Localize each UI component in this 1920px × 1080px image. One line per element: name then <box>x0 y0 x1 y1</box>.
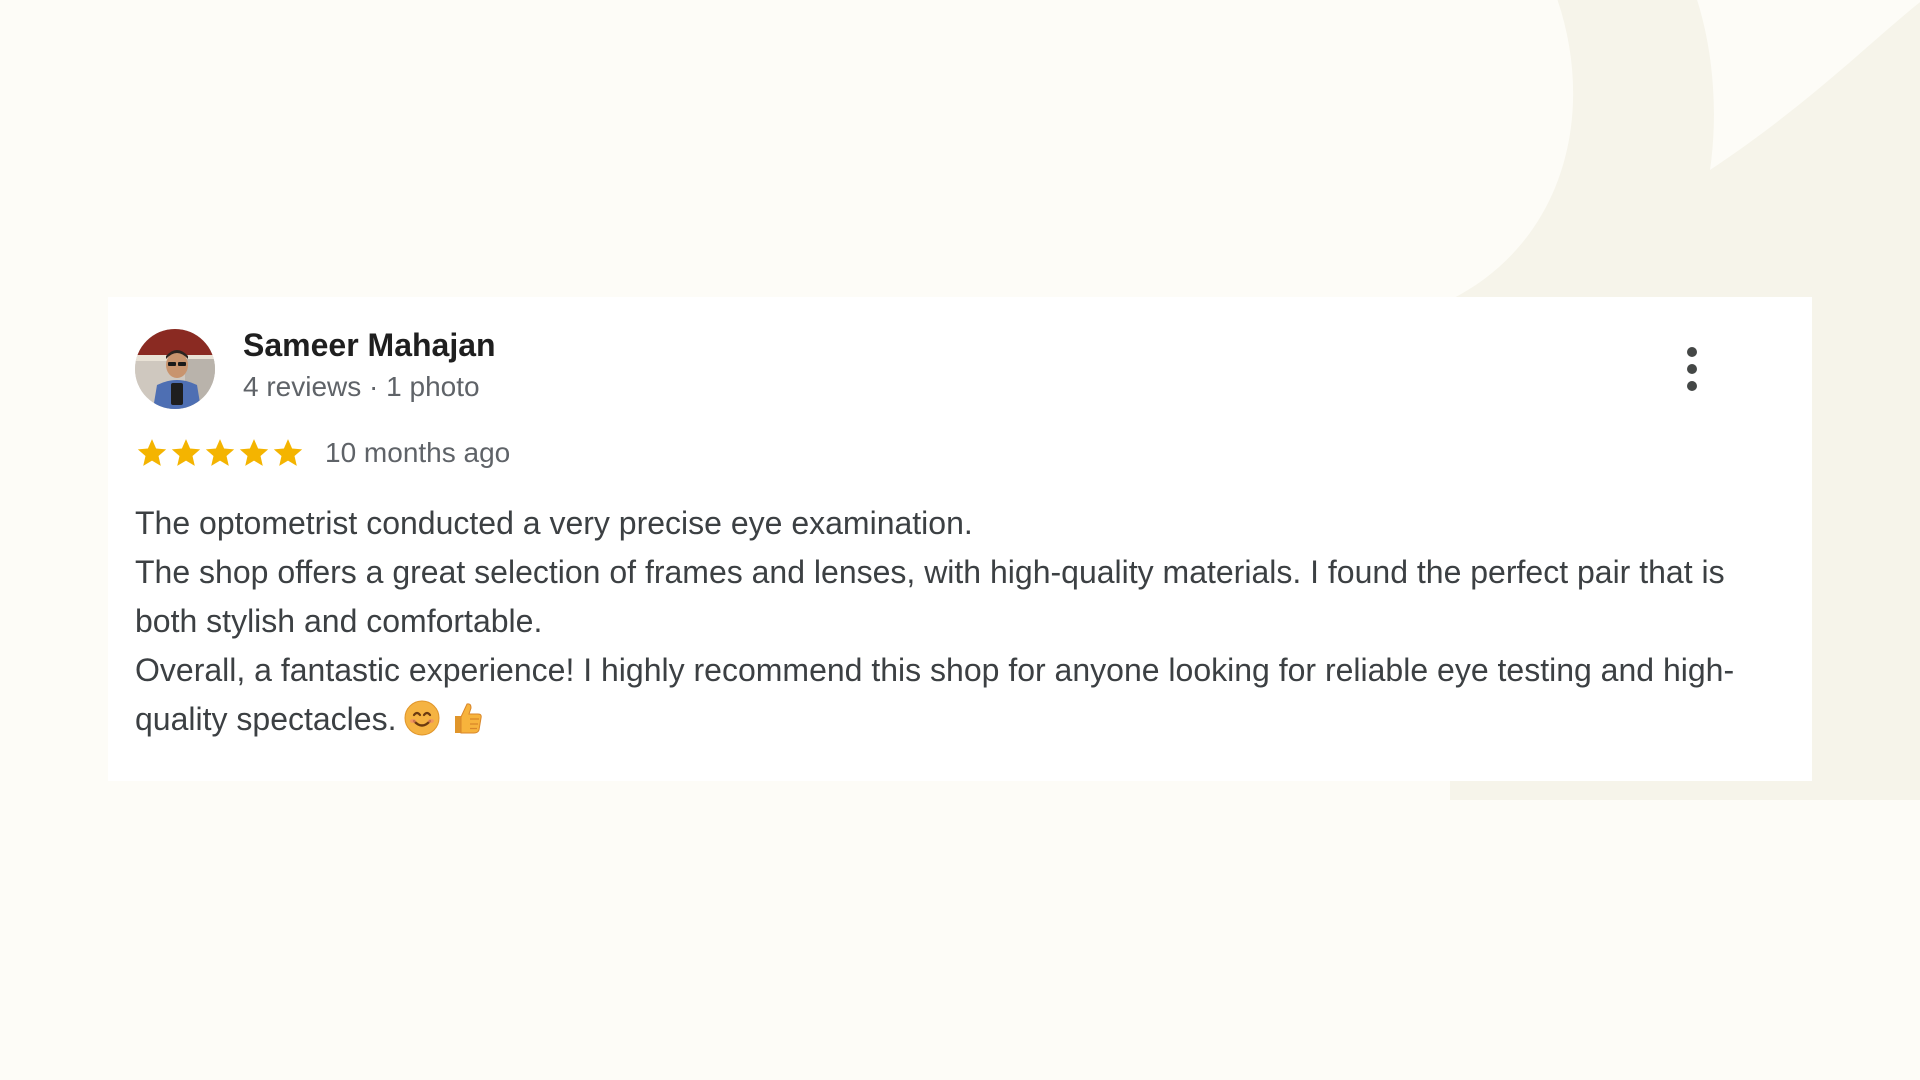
thumbs-up-icon <box>455 703 483 734</box>
review-paragraph-text: Overall, a fantastic experience! I highl… <box>135 652 1735 737</box>
review-card: Sameer Mahajan 4 reviews · 1 photo 10 mo… <box>108 297 1812 781</box>
star-icon <box>171 439 201 466</box>
review-paragraph: The optometrist conducted a very precise… <box>135 505 973 541</box>
review-paragraph: Overall, a fantastic experience! I highl… <box>135 646 1775 750</box>
more-options-dot <box>1687 347 1697 357</box>
reviewer-name[interactable]: Sameer Mahajan <box>243 327 496 364</box>
star-icon <box>205 439 235 466</box>
star-icon <box>239 439 269 466</box>
smiling-face-icon <box>404 700 440 736</box>
rating-row: 10 months ago <box>135 433 510 473</box>
more-options-dot <box>1687 381 1697 391</box>
emoji-group <box>404 700 494 750</box>
reviewer-stats: 4 reviews · 1 photo <box>243 371 480 402</box>
star-icon <box>273 439 303 466</box>
page: Sameer Mahajan 4 reviews · 1 photo 10 mo… <box>0 0 1920 1080</box>
review-text: The optometrist conducted a very precise… <box>135 499 1775 750</box>
review-time: 10 months ago <box>325 437 511 468</box>
review-paragraph: The shop offers a great selection of fra… <box>135 554 1725 639</box>
avatar[interactable] <box>135 329 215 409</box>
more-options-button[interactable] <box>1674 343 1710 395</box>
more-options-dot <box>1687 364 1697 374</box>
star-rating <box>135 436 305 470</box>
star-icon <box>137 439 167 466</box>
